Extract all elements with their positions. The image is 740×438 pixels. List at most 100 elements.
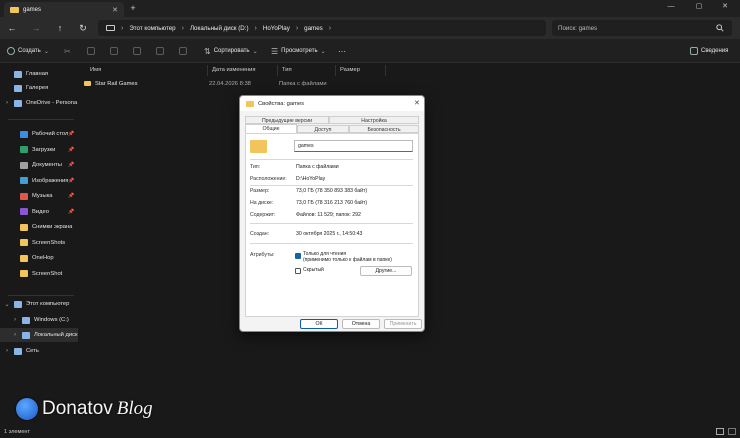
column-header-type[interactable]: Тип (278, 65, 336, 76)
other-attributes-button[interactable]: Другие... (360, 266, 412, 276)
tab-close-icon[interactable]: ✕ (112, 6, 118, 14)
sidebar-item[interactable]: Снимки экрана (0, 220, 78, 234)
delete-button[interactable] (179, 44, 187, 58)
address-bar[interactable]: › Этот компьютер › Локальный диск (D:) ›… (98, 20, 546, 36)
breadcrumb-drive-d[interactable]: Локальный диск (D:) (190, 25, 249, 32)
search-input[interactable]: Поиск: games (552, 20, 732, 36)
sort-label: Сортировать (213, 48, 250, 54)
hidden-checkbox[interactable] (295, 268, 301, 274)
breadcrumb-hoyoplay[interactable]: HoYoPlay (263, 25, 290, 32)
sidebar-item-label: Локальный диск (34, 332, 78, 338)
pin-icon[interactable]: 📌 (68, 178, 74, 184)
column-header-size[interactable]: Размер (336, 65, 386, 76)
sidebar-item[interactable]: OneHop (0, 251, 78, 265)
tab-security[interactable]: Безопасность (349, 125, 419, 133)
sidebar-item-label: Рабочий стол (32, 131, 69, 137)
drive-icon (22, 331, 30, 339)
chevron-right-icon[interactable]: › (4, 100, 10, 106)
file-date: 22.04.2026 8:38 (209, 80, 251, 87)
tab-customize[interactable]: Настройка (329, 116, 419, 124)
table-row[interactable]: Star Rail Games 22.04.2026 8:38 Папка с … (84, 78, 484, 89)
cancel-button[interactable]: Отмена (342, 319, 380, 329)
sidebar-item[interactable]: ScreenShots (0, 236, 78, 250)
details-view-icon[interactable] (716, 428, 724, 435)
view-button[interactable]: ☰ Просмотреть ⌄ (271, 44, 326, 58)
sidebar-item[interactable]: › Сеть (0, 344, 78, 358)
rename-button[interactable] (133, 44, 141, 58)
column-header-name[interactable]: Имя (86, 65, 208, 76)
tab-sharing[interactable]: Доступ (297, 125, 349, 133)
sidebar-item[interactable]: Рабочий стол 📌 (0, 127, 78, 141)
sidebar-item[interactable]: Галерея (0, 81, 78, 95)
network-icon (14, 347, 22, 355)
music-icon (20, 192, 28, 200)
sidebar-item[interactable]: Загрузки 📌 (0, 143, 78, 157)
sidebar-item[interactable]: Музыка 📌 (0, 189, 78, 203)
ok-button[interactable]: ОК (300, 319, 338, 329)
tab-games[interactable]: games ✕ (4, 2, 124, 17)
sidebar-item[interactable]: › Локальный диск (0, 328, 78, 342)
pin-icon[interactable]: 📌 (68, 147, 74, 153)
chevron-right-icon[interactable]: ⌄ (4, 301, 10, 308)
paste-button[interactable] (110, 44, 118, 58)
details-button[interactable]: Сведения (690, 44, 728, 58)
sidebar-item[interactable]: › OneDrive - Persona (0, 96, 78, 110)
sidebar-item-label: Изображения (32, 177, 69, 184)
forward-button[interactable]: → (29, 21, 43, 35)
sidebar-item-label: ScreenShots (32, 239, 66, 246)
file-name: Star Rail Games (95, 80, 138, 87)
type-value: Папка с файлами (296, 164, 339, 170)
scrollbar[interactable] (734, 63, 738, 426)
create-button[interactable]: Создать ⌄ (7, 44, 49, 58)
sort-button[interactable]: ⇅ Сортировать ⌄ (204, 44, 258, 58)
dialog-close-button[interactable]: ✕ (414, 99, 420, 107)
address-row: ← → ↑ ↻ › Этот компьютер › Локальный дис… (0, 17, 740, 39)
sidebar-item[interactable]: ScreenShot (0, 267, 78, 281)
size-on-disk-value: 73,0 ГБ (78 316 213 760 байт) (296, 200, 368, 206)
pictures-icon (20, 177, 28, 184)
refresh-button[interactable]: ↻ (76, 21, 90, 35)
general-panel (245, 133, 419, 317)
cut-button[interactable]: ✂ (64, 44, 71, 58)
new-tab-button[interactable]: + (128, 2, 138, 14)
folder-name-field[interactable]: games (294, 140, 413, 152)
tab-general[interactable]: Общие (245, 124, 297, 133)
sidebar-item[interactable]: ⌄ Этот компьютер (0, 297, 78, 311)
sidebar-item[interactable]: Главная (0, 67, 78, 81)
chevron-right-icon[interactable]: › (4, 348, 10, 354)
apply-button[interactable]: Применить (384, 319, 422, 329)
maximize-button[interactable]: ▢ (688, 0, 710, 14)
copy-button[interactable] (87, 44, 95, 58)
pin-icon[interactable]: 📌 (68, 193, 74, 199)
sidebar-item[interactable]: Изображения 📌 (0, 174, 78, 188)
pin-icon[interactable]: 📌 (68, 162, 74, 168)
folder-icon (20, 270, 28, 277)
rename-icon (133, 47, 141, 55)
sidebar-item[interactable]: Документы 📌 (0, 158, 78, 172)
up-button[interactable]: ↑ (53, 21, 67, 35)
sidebar-item-label: Снимки экрана (32, 224, 73, 230)
view-icon: ☰ (271, 46, 279, 56)
back-button[interactable]: ← (5, 21, 19, 35)
chevron-right-icon[interactable]: › (12, 317, 18, 323)
tab-previous-versions[interactable]: Предыдущие версии (245, 116, 329, 124)
sidebar-item[interactable]: › Windows (C:) (0, 313, 78, 327)
folder-icon (84, 81, 91, 86)
breadcrumb-this-pc[interactable]: Этот компьютер (129, 25, 175, 32)
minimize-button[interactable]: — (660, 0, 682, 14)
pin-icon[interactable]: 📌 (68, 131, 74, 137)
more-button[interactable]: ··· (338, 44, 346, 58)
folder-large-icon (250, 140, 267, 153)
breadcrumb-games[interactable]: games (304, 25, 323, 32)
size-label: Размер: (250, 188, 270, 194)
pin-icon[interactable]: 📌 (68, 209, 74, 215)
share-button[interactable] (156, 44, 164, 58)
close-window-button[interactable]: ✕ (714, 0, 736, 14)
readonly-checkbox[interactable] (295, 253, 301, 259)
sidebar-item[interactable]: Видео 📌 (0, 205, 78, 219)
tiles-view-icon[interactable] (728, 428, 736, 435)
chevron-right-icon[interactable]: › (12, 332, 18, 338)
view-label: Просмотреть (281, 48, 318, 54)
sidebar-divider (8, 295, 74, 296)
column-header-date[interactable]: Дата изменения (208, 65, 278, 76)
